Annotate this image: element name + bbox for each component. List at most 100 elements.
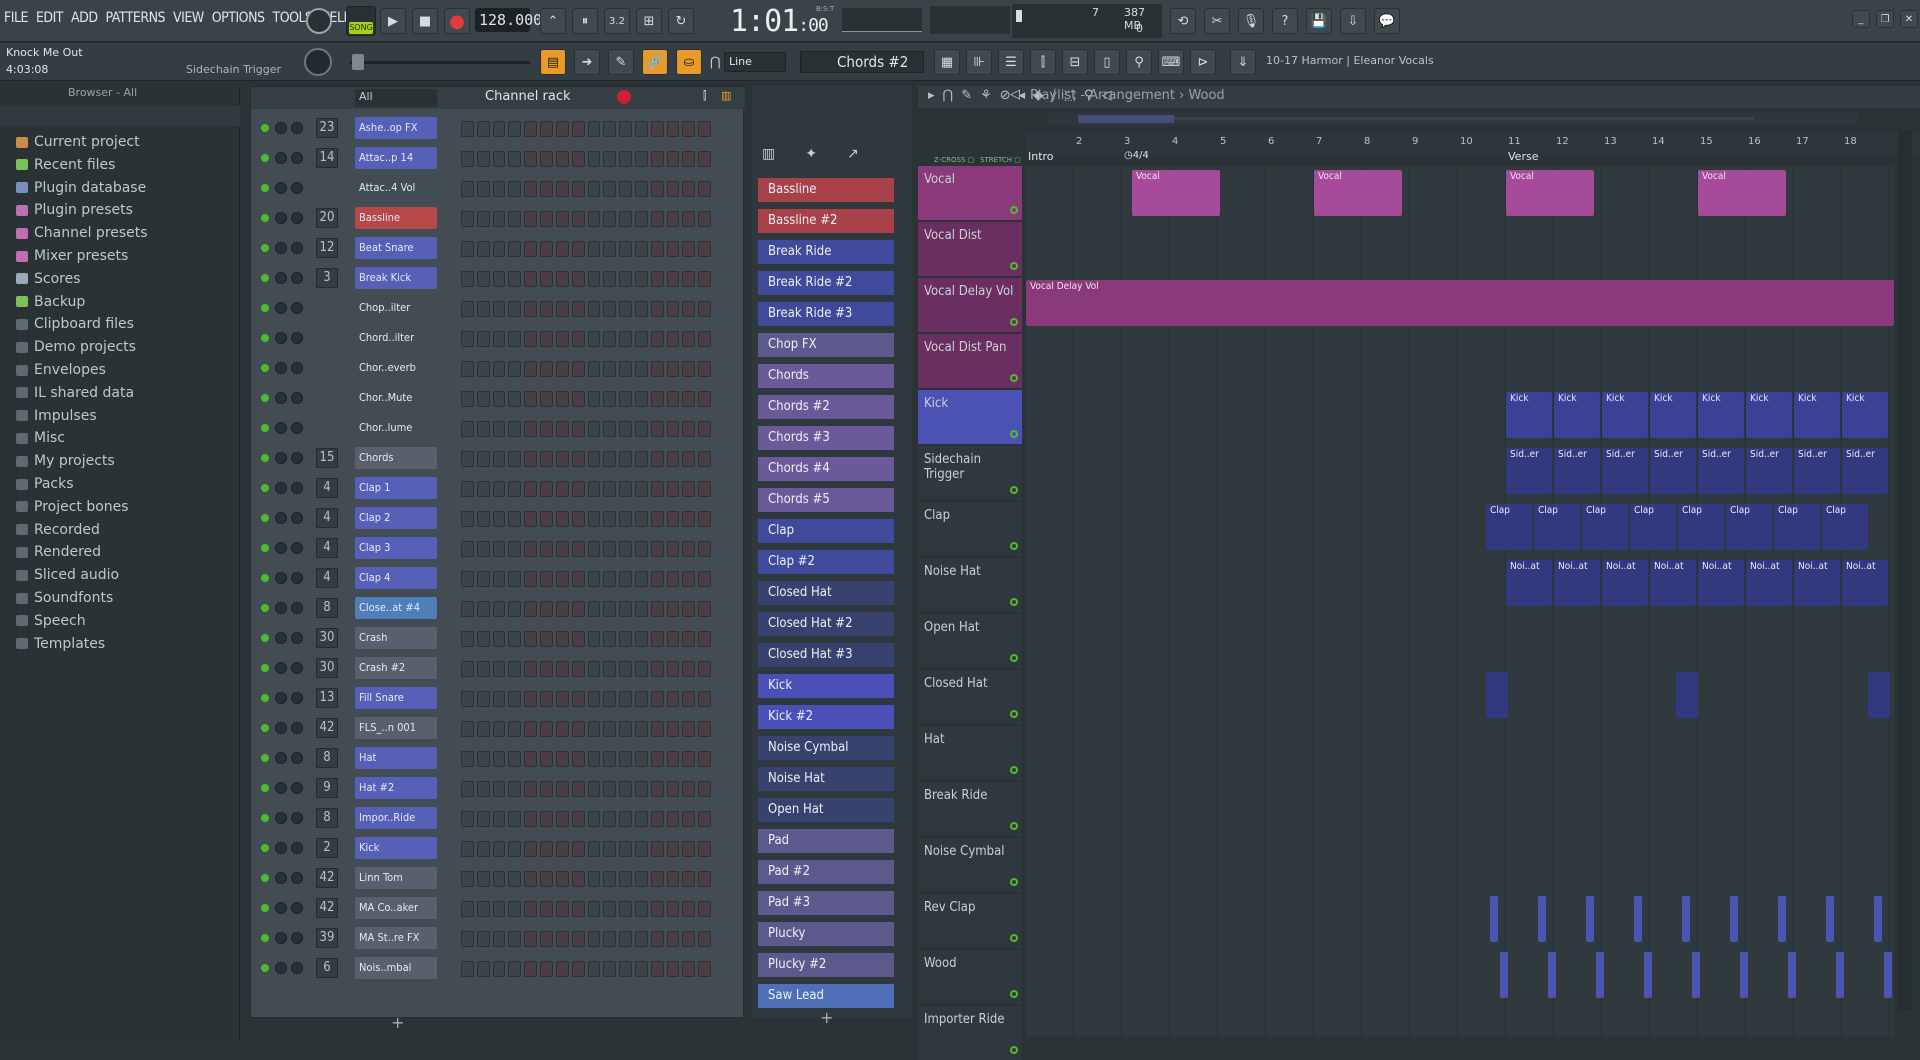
channel-led[interactable] bbox=[261, 784, 269, 792]
step-button[interactable] bbox=[508, 391, 522, 407]
step-button[interactable] bbox=[555, 151, 569, 167]
browser-item[interactable]: Impulses bbox=[16, 408, 97, 424]
sidechain-clip[interactable]: Sid..er bbox=[1794, 448, 1840, 494]
channel-name-button[interactable]: MA St..re FX bbox=[355, 927, 437, 949]
closed-hat-clip[interactable] bbox=[1486, 672, 1508, 718]
step-button[interactable] bbox=[682, 601, 696, 617]
step-button[interactable] bbox=[461, 361, 474, 377]
step-button[interactable] bbox=[476, 481, 490, 497]
step-button[interactable] bbox=[619, 511, 632, 527]
channel-row[interactable]: 30 Crash bbox=[251, 625, 745, 651]
step-button[interactable] bbox=[540, 361, 553, 377]
volume-knob[interactable] bbox=[291, 812, 303, 824]
step-button[interactable] bbox=[461, 781, 474, 797]
step-button[interactable] bbox=[540, 661, 553, 677]
step-button[interactable] bbox=[540, 451, 553, 467]
channel-name-button[interactable]: Impor..Ride bbox=[355, 807, 437, 829]
channel-name-button[interactable]: Clap 4 bbox=[355, 567, 437, 589]
step-button[interactable] bbox=[571, 721, 585, 737]
channel-led[interactable] bbox=[261, 274, 269, 282]
step-button[interactable] bbox=[508, 331, 522, 347]
step-button[interactable] bbox=[698, 601, 711, 617]
step-button[interactable] bbox=[682, 721, 696, 737]
step-button[interactable] bbox=[508, 751, 522, 767]
step-button[interactable] bbox=[682, 871, 696, 887]
step-button[interactable] bbox=[698, 721, 711, 737]
pan-knob[interactable] bbox=[275, 512, 287, 524]
step-button[interactable] bbox=[476, 241, 490, 257]
mixer-track-number[interactable]: 42 bbox=[316, 898, 338, 918]
browser-item[interactable]: Plugin presets bbox=[16, 202, 133, 218]
clap-clip[interactable]: Clap bbox=[1678, 504, 1724, 550]
file-icon[interactable]: ▯ bbox=[1094, 49, 1120, 75]
step-button[interactable] bbox=[508, 931, 522, 947]
step-button[interactable] bbox=[634, 181, 648, 197]
step-button[interactable] bbox=[619, 301, 632, 317]
step-button[interactable] bbox=[603, 181, 617, 197]
channel-led[interactable] bbox=[261, 634, 269, 642]
channel-name-button[interactable]: Hat bbox=[355, 747, 437, 769]
track-led[interactable] bbox=[1010, 878, 1018, 886]
pattern-item[interactable]: Noise Cymbal bbox=[758, 736, 894, 760]
volume-knob[interactable] bbox=[291, 782, 303, 794]
step-button[interactable] bbox=[461, 541, 474, 557]
channel-rack-view-icon[interactable]: ☰ bbox=[998, 49, 1024, 75]
step-button[interactable] bbox=[650, 871, 664, 887]
microphone-icon[interactable]: 🎙 bbox=[1238, 8, 1264, 34]
step-button[interactable] bbox=[540, 211, 553, 227]
browser-item[interactable]: Demo projects bbox=[16, 339, 136, 355]
step-button[interactable] bbox=[698, 871, 711, 887]
step-button[interactable] bbox=[682, 421, 696, 437]
step-button[interactable] bbox=[571, 871, 585, 887]
step-button[interactable] bbox=[476, 631, 490, 647]
step-button[interactable] bbox=[508, 571, 522, 587]
step-button[interactable] bbox=[634, 121, 648, 137]
step-button[interactable] bbox=[492, 421, 506, 437]
step-button[interactable] bbox=[634, 481, 648, 497]
channel-name-button[interactable]: Attac..4 Vol bbox=[355, 177, 437, 199]
channel-led[interactable] bbox=[261, 754, 269, 762]
browser-item[interactable]: Plugin database bbox=[16, 180, 146, 196]
step-button[interactable] bbox=[461, 271, 474, 287]
step-button[interactable] bbox=[492, 211, 506, 227]
channel-name-button[interactable]: Crash bbox=[355, 627, 437, 649]
mixer-track-number[interactable]: 2 bbox=[316, 838, 338, 858]
step-button[interactable] bbox=[619, 631, 632, 647]
step-button[interactable] bbox=[666, 361, 680, 377]
pattern-item[interactable]: Kick bbox=[758, 674, 894, 698]
volume-knob[interactable] bbox=[291, 302, 303, 314]
step-button[interactable] bbox=[461, 211, 474, 227]
step-button[interactable] bbox=[555, 661, 569, 677]
pan-knob[interactable] bbox=[275, 332, 287, 344]
channel-name-button[interactable]: Beat Snare bbox=[355, 237, 437, 259]
track-led[interactable] bbox=[1010, 430, 1018, 438]
vocal-clip[interactable]: Vocal bbox=[1698, 170, 1786, 216]
mixer-track-number[interactable]: 4 bbox=[316, 478, 338, 498]
channel-row[interactable]: 6 Nois..mbal bbox=[251, 955, 745, 981]
channel-row[interactable]: 2 Kick bbox=[251, 835, 745, 861]
step-button[interactable] bbox=[571, 301, 585, 317]
volume-knob[interactable] bbox=[291, 272, 303, 284]
channel-led[interactable] bbox=[261, 124, 269, 132]
step-button[interactable] bbox=[619, 901, 632, 917]
step-button[interactable] bbox=[476, 571, 490, 587]
pattern-item[interactable]: Chords #3 bbox=[758, 426, 894, 450]
step-button[interactable] bbox=[587, 721, 601, 737]
step-button[interactable] bbox=[555, 241, 569, 257]
step-button[interactable] bbox=[603, 301, 617, 317]
help-icon[interactable]: ? bbox=[1272, 8, 1298, 34]
step-button[interactable] bbox=[540, 751, 553, 767]
channel-led[interactable] bbox=[261, 424, 269, 432]
step-button[interactable] bbox=[492, 811, 506, 827]
channel-name-button[interactable]: Clap 2 bbox=[355, 507, 437, 529]
step-button[interactable] bbox=[555, 571, 569, 587]
browser-item[interactable]: IL shared data bbox=[16, 385, 134, 401]
pattern-item[interactable]: Chords bbox=[758, 364, 894, 388]
browser-icon[interactable]: ⊟ bbox=[1062, 49, 1088, 75]
step-button[interactable] bbox=[698, 691, 711, 707]
mixer-track-number[interactable]: 6 bbox=[316, 958, 338, 978]
pan-knob[interactable] bbox=[275, 212, 287, 224]
channel-row[interactable]: Chor..everb bbox=[251, 355, 745, 381]
maximize-icon[interactable]: ❐ bbox=[1876, 10, 1894, 28]
pan-knob[interactable] bbox=[275, 902, 287, 914]
